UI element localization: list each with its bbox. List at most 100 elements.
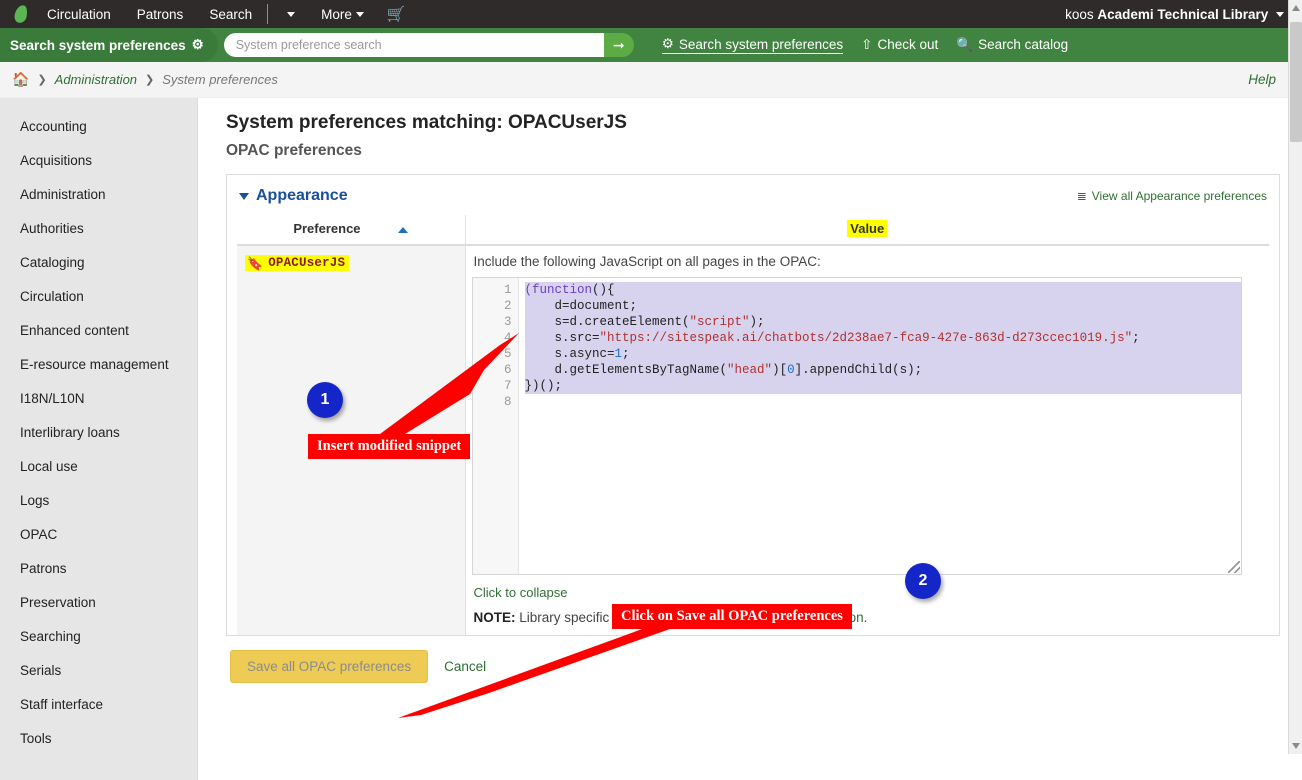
line-number: 5 <box>473 346 512 362</box>
code-line: s=d.createElement("script"); <box>525 314 1241 330</box>
code-text-area[interactable]: (function(){ d=document; s=d.createEleme… <box>519 278 1241 574</box>
view-all-appearance-preferences-link[interactable]: ≣ View all Appearance preferences <box>1077 189 1267 203</box>
nav-circulation[interactable]: Circulation <box>34 3 124 26</box>
click-to-collapse-link[interactable]: Click to collapse <box>474 585 568 600</box>
save-all-opac-preferences-button[interactable]: Save all OPAC preferences <box>230 650 428 683</box>
quicklink-label: Check out <box>877 37 938 52</box>
shopping-cart-icon[interactable]: 🛒 <box>387 5 406 23</box>
list-icon: ≣ <box>1077 189 1087 203</box>
sidebar-item-patrons[interactable]: Patrons <box>0 552 197 586</box>
sidebar-item-i18n-l10n[interactable]: I18N/L10N <box>0 382 197 416</box>
home-icon[interactable]: 🏠 <box>12 71 29 88</box>
annotation-badge-1-text: 1 <box>321 391 330 409</box>
quicklink-check-out[interactable]: ⇧ Check out <box>861 37 938 54</box>
gears-icon: ⚙ <box>192 37 204 53</box>
column-header-value: Value <box>465 215 1269 245</box>
appearance-section-toggle[interactable]: Appearance <box>239 187 348 205</box>
quicklink-search-system-preferences[interactable]: ⚙ Search system preferences <box>662 36 843 54</box>
sidebar-item-acquisitions[interactable]: Acquisitions <box>0 144 197 178</box>
nav-more[interactable]: More <box>308 3 377 26</box>
appearance-panel: Appearance ≣ View all Appearance prefere… <box>226 174 1280 636</box>
bookmark-icon[interactable]: 🔖 <box>247 257 263 270</box>
sidebar-item-local-use[interactable]: Local use <box>0 450 197 484</box>
top-navigation-bar: Circulation Patrons Search More 🛒 koos A… <box>0 0 1302 28</box>
breadcrumb-item-administration[interactable]: Administration <box>55 72 137 87</box>
appearance-heading: Appearance <box>256 187 348 205</box>
note-text: NOTE: Library specific JS can be defined… <box>474 610 1270 625</box>
editor-resize-handle[interactable] <box>1228 561 1240 573</box>
user-library-menu[interactable]: koos Academi Technical Library <box>1065 7 1294 22</box>
preference-value-cell: Include the following JavaScript on all … <box>465 245 1269 635</box>
nav-search[interactable]: Search <box>196 3 265 26</box>
chevron-down-icon <box>287 12 295 17</box>
line-number: 6 <box>473 362 512 378</box>
cancel-link[interactable]: Cancel <box>444 659 486 674</box>
sidebar-item-serials[interactable]: Serials <box>0 654 197 688</box>
triangle-down-icon <box>239 193 249 200</box>
column-header-preference-label: Preference <box>293 221 360 236</box>
sidebar-item-interlibrary-loans[interactable]: Interlibrary loans <box>0 416 197 450</box>
sidebar-item-opac[interactable]: OPAC <box>0 518 197 552</box>
quicklink-search-catalog[interactable]: 🔍 Search catalog <box>956 37 1068 54</box>
code-line: d.getElementsByTagName("head")[0].append… <box>525 362 1241 378</box>
line-number: 8 <box>473 394 512 410</box>
sidebar-item-staff-interface[interactable]: Staff interface <box>0 688 197 722</box>
breadcrumb-separator: ❯ <box>37 73 46 86</box>
preference-name-highlight[interactable]: 🔖 OPACUserJS <box>245 255 349 271</box>
preferences-table: Preference Value 🔖 <box>237 215 1269 635</box>
nav-search-dropdown-toggle[interactable] <box>270 3 308 26</box>
preference-name-opacuserjs: OPACUserJS <box>268 256 345 270</box>
search-system-preferences-tab-label: Search system preferences <box>10 38 186 53</box>
sort-ascending-icon[interactable] <box>398 227 408 233</box>
sidebar-item-circulation[interactable]: Circulation <box>0 280 197 314</box>
koha-leaf-logo[interactable] <box>8 3 34 25</box>
gears-icon: ⚙ <box>662 36 674 52</box>
quick-links: ⚙ Search system preferences ⇧ Check out … <box>662 36 1068 54</box>
search-input[interactable] <box>224 33 604 57</box>
sidebar-item-e-resource-management[interactable]: E-resource management <box>0 348 197 382</box>
column-header-preference[interactable]: Preference <box>237 215 465 245</box>
line-number: 4 <box>473 330 512 346</box>
scroll-down-arrow-icon[interactable] <box>1292 743 1300 749</box>
annotation-label-1-text: Insert modified snippet <box>317 438 461 454</box>
sidebar-item-logs[interactable]: Logs <box>0 484 197 518</box>
scrollbar-thumb[interactable] <box>1290 22 1302 142</box>
section-subtitle: OPAC preferences <box>226 142 1280 160</box>
table-header-row: Preference Value <box>237 215 1269 245</box>
breadcrumb-item-system-preferences: System preferences <box>162 72 278 87</box>
page-body: Accounting Acquisitions Administration A… <box>0 98 1302 780</box>
search-system-preferences-tab[interactable]: Search system preferences ⚙ <box>0 28 218 62</box>
sidebar: Accounting Acquisitions Administration A… <box>0 98 198 780</box>
sidebar-item-searching[interactable]: Searching <box>0 620 197 654</box>
page-scrollbar[interactable] <box>1288 0 1302 754</box>
annotation-label-1: Insert modified snippet <box>308 434 470 459</box>
sidebar-item-preservation[interactable]: Preservation <box>0 586 197 620</box>
annotation-label-2-text: Click on Save all OPAC preferences <box>621 608 843 624</box>
search-submit-button[interactable]: ➞ <box>604 33 634 57</box>
value-description: Include the following JavaScript on all … <box>474 254 1270 269</box>
panel-header: Appearance ≣ View all Appearance prefere… <box>237 185 1269 215</box>
quicklink-label: Search catalog <box>978 37 1068 52</box>
magnifier-icon: 🔍 <box>956 37 973 53</box>
code-line: s.src="https://sitespeak.ai/chatbots/2d2… <box>525 330 1241 346</box>
footer-actions: Save all OPAC preferences Cancel <box>230 650 1280 683</box>
quicklink-label: Search system preferences <box>679 37 843 52</box>
annotation-badge-1: 1 <box>307 382 343 418</box>
sidebar-item-authorities[interactable]: Authorities <box>0 212 197 246</box>
line-number: 3 <box>473 314 512 330</box>
column-header-value-label: Value <box>847 220 887 237</box>
code-line <box>525 394 1241 410</box>
library-name: Academi Technical Library <box>1097 7 1268 22</box>
sidebar-item-tools[interactable]: Tools <box>0 722 197 756</box>
sidebar-item-enhanced-content[interactable]: Enhanced content <box>0 314 197 348</box>
breadcrumb: 🏠 ❯ Administration ❯ System preferences … <box>0 62 1302 98</box>
help-link[interactable]: Help <box>1248 72 1290 87</box>
sidebar-item-cataloging[interactable]: Cataloging <box>0 246 197 280</box>
scroll-up-arrow-icon[interactable] <box>1292 5 1300 11</box>
search-input-wrap: ➞ <box>224 33 634 57</box>
nav-patrons[interactable]: Patrons <box>124 3 197 26</box>
sidebar-item-accounting[interactable]: Accounting <box>0 110 197 144</box>
code-editor[interactable]: 1 2 3 4 5 6 7 8 <box>472 277 1242 575</box>
sidebar-item-administration[interactable]: Administration <box>0 178 197 212</box>
note-prefix: NOTE: <box>474 610 516 625</box>
